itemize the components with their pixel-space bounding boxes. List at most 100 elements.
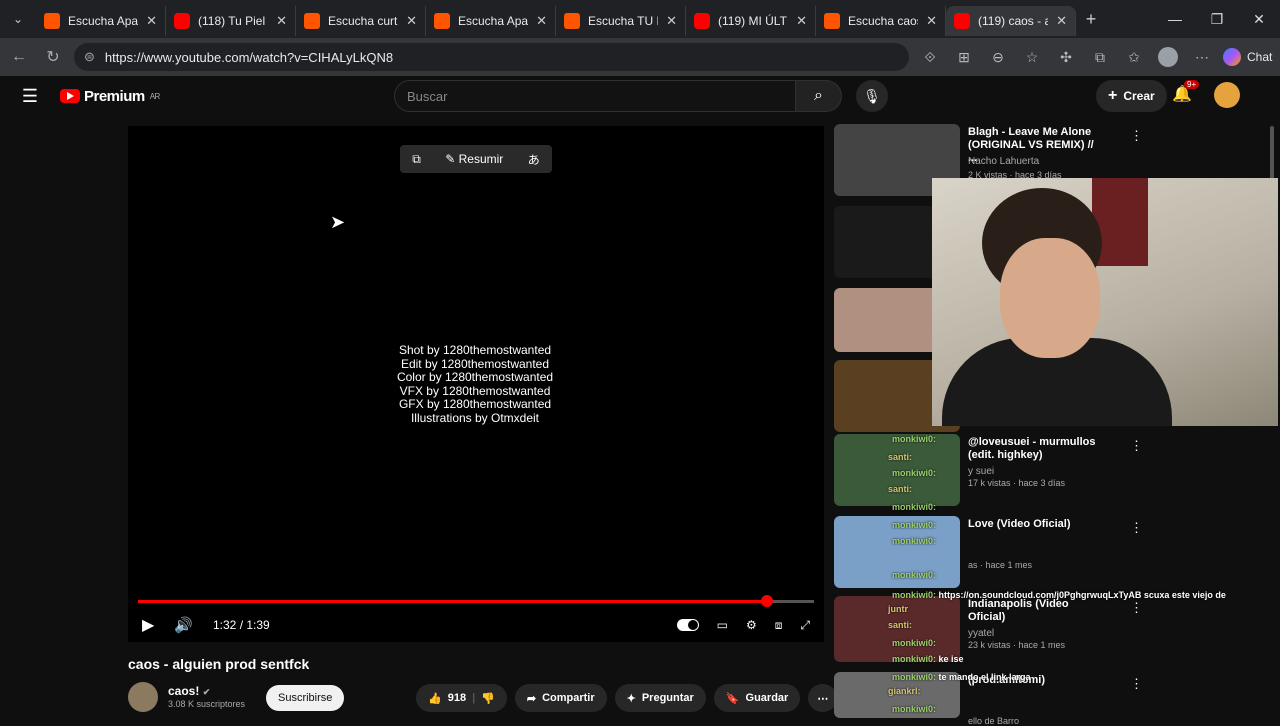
account-avatar[interactable] <box>1214 82 1240 108</box>
chat-message: monkiwi0: <box>892 520 936 530</box>
maximize-button[interactable]: ❐ <box>1196 11 1238 28</box>
autoplay-toggle[interactable] <box>676 619 699 631</box>
browser-tab[interactable]: Escucha ApaAp ✕ <box>36 6 166 36</box>
back-arrow-icon[interactable]: ← <box>6 48 32 66</box>
browser-tab[interactable]: Escucha ApaAp ✕ <box>426 6 556 36</box>
resumir-label: Resumir <box>458 152 504 166</box>
hamburger-menu-icon[interactable]: ☰ <box>0 86 60 107</box>
resumir-toolbar: ⧉ ✎ Resumir あ <box>400 145 552 173</box>
kebab-menu-icon[interactable]: ⋮ <box>1130 520 1143 536</box>
kebab-menu-icon[interactable]: ⋮ <box>1130 128 1143 144</box>
extensions-icon[interactable]: ✣ <box>1053 49 1079 66</box>
reload-icon[interactable]: ↻ <box>40 47 66 67</box>
browser-tab[interactable]: (119) caos - alg ✕ <box>946 6 1076 36</box>
voice-search-button[interactable]: 🎙 <box>856 80 888 112</box>
search-bar: Buscar ⌕ <box>394 80 842 112</box>
zoom-icon[interactable]: ⊖ <box>985 49 1011 66</box>
copilot-icon <box>1223 48 1241 66</box>
like-button[interactable]: 👍 918 | 👎 <box>416 684 507 712</box>
browser-tab[interactable]: Escucha caos - ✕ <box>816 6 946 36</box>
profile-avatar-icon[interactable] <box>1158 47 1178 67</box>
favorites-icon[interactable]: ✩ <box>1121 49 1147 66</box>
resumir-button[interactable]: ✎ Resumir <box>445 152 503 166</box>
close-tab-icon[interactable]: ✕ <box>536 13 547 29</box>
settings-gear-icon[interactable]: ⚙ <box>746 618 757 632</box>
site-info-icon[interactable]: ⊜ <box>84 49 95 65</box>
fullscreen-icon[interactable]: ⤢ <box>800 618 810 633</box>
recommended-channel[interactable]: yyatel <box>968 628 994 639</box>
chat-message: santi: <box>888 620 912 630</box>
chat-username: santi: <box>888 452 913 462</box>
close-tab-icon[interactable]: ✕ <box>1056 13 1067 29</box>
translate-icon[interactable]: あ <box>528 151 540 168</box>
play-icon[interactable]: ▶ <box>142 615 154 635</box>
close-tab-icon[interactable]: ✕ <box>666 13 677 29</box>
volume-icon[interactable]: 🔊 <box>174 616 193 634</box>
chat-message: monkiwi0: <box>892 468 936 478</box>
favorite-star-icon[interactable]: ☆ <box>1019 49 1045 66</box>
new-tab-button[interactable]: + <box>1076 9 1106 30</box>
scrubber-handle[interactable] <box>760 595 773 607</box>
ask-button[interactable]: ✦ Preguntar <box>614 684 706 712</box>
sparkle-icon: ✦ <box>626 692 636 705</box>
notifications-button[interactable]: 🔔 9+ <box>1172 80 1200 104</box>
search-input[interactable]: Buscar <box>394 80 796 112</box>
browser-tab[interactable]: (119) MI ÚLTIM ✕ <box>686 6 816 36</box>
subtitles-icon[interactable]: ▭ <box>717 618 728 632</box>
picture-in-picture-icon[interactable]: ⧉ <box>412 152 421 167</box>
kebab-menu-icon[interactable]: ⋮ <box>1130 438 1143 454</box>
recommended-meta: 23 k vistas · hace 1 mes <box>968 640 1066 650</box>
browser-tab[interactable]: Escucha TU NE ✕ <box>556 6 686 36</box>
url-text: https://www.youtube.com/watch?v=CIHALyLk… <box>104 49 394 65</box>
recommended-title[interactable]: Love (Video Oficial) <box>968 518 1098 531</box>
apps-icon[interactable]: ⊞ <box>951 49 977 66</box>
address-bar[interactable]: ⊜ https://www.youtube.com/watch?v=CIHALy… <box>74 43 909 71</box>
recommended-title[interactable]: Indianapolis (Video Oficial) <box>968 598 1098 624</box>
translate-icon[interactable]: ⟐ <box>917 49 943 66</box>
subscribe-button[interactable]: Suscribirse <box>266 685 345 711</box>
page-scrollbar[interactable] <box>1270 126 1274 186</box>
recommended-title[interactable]: @loveusuei - murmullos (edit. highkey) <box>968 436 1098 462</box>
chat-message: monkiwi0: ke ise <box>892 654 964 664</box>
save-button[interactable]: 🔖 Guardar <box>713 684 801 712</box>
chat-message: monkiwi0: <box>892 502 936 512</box>
close-tab-icon[interactable]: ✕ <box>146 13 157 29</box>
kebab-menu-icon[interactable]: ⋮ <box>1130 600 1143 616</box>
channel-avatar[interactable] <box>128 682 158 712</box>
channel-name[interactable]: caos! ✔ <box>168 684 210 698</box>
close-tab-icon[interactable]: ✕ <box>406 13 417 29</box>
split-screen-icon[interactable]: ⧉ <box>1087 49 1113 66</box>
close-window-button[interactable]: ✕ <box>1238 11 1280 28</box>
share-button[interactable]: ➦ Compartir <box>514 684 607 712</box>
copilot-chat-button[interactable]: Chat <box>1223 48 1272 66</box>
more-menu-icon[interactable]: ⋯ <box>1189 49 1215 66</box>
kebab-menu-icon[interactable]: ⋮ <box>1130 676 1143 692</box>
more-actions-button[interactable]: ⋯ <box>808 684 838 712</box>
chat-text: ke ise <box>938 654 964 664</box>
soundcloud-icon <box>44 13 60 29</box>
close-tab-icon[interactable]: ✕ <box>796 13 807 29</box>
microphone-icon: 🎙 <box>863 87 881 104</box>
chat-username: giankrl: <box>888 686 921 696</box>
browser-tab[interactable]: (118) Tu Piel - V ✕ <box>166 6 296 36</box>
close-tab-icon[interactable]: ✕ <box>926 13 937 29</box>
search-button[interactable]: ⌕ <box>796 80 842 112</box>
thumbs-down-icon[interactable]: 👎 <box>481 692 495 705</box>
chat-username: juntr <box>888 604 908 614</box>
chat-username: monkiwi0: <box>892 590 937 600</box>
close-tab-icon[interactable]: ✕ <box>276 13 287 29</box>
chat-username: monkiwi0: <box>892 536 937 546</box>
plus-icon: + <box>1108 87 1118 104</box>
video-player[interactable]: ⧉ ✎ Resumir あ ➤ Shot by 1280themostwante… <box>128 126 824 642</box>
minimize-button[interactable]: — <box>1154 11 1196 28</box>
progress-bar[interactable] <box>138 595 814 607</box>
recommended-channel[interactable]: y suei <box>968 466 994 477</box>
chat-text: te mando el link larga <box>938 672 1031 682</box>
create-button[interactable]: + Crear <box>1096 80 1167 112</box>
recommended-channel[interactable]: Nacho Lahuerta <box>968 156 1039 167</box>
miniplayer-icon[interactable]: ⧈ <box>775 618 783 633</box>
youtube-premium-logo[interactable]: Premium AR <box>60 88 160 105</box>
save-label: Guardar <box>745 692 789 704</box>
browser-tab[interactable]: Escucha curtier ✕ <box>296 6 426 36</box>
tab-menu-chevron-icon[interactable]: ⌄ <box>0 0 36 38</box>
